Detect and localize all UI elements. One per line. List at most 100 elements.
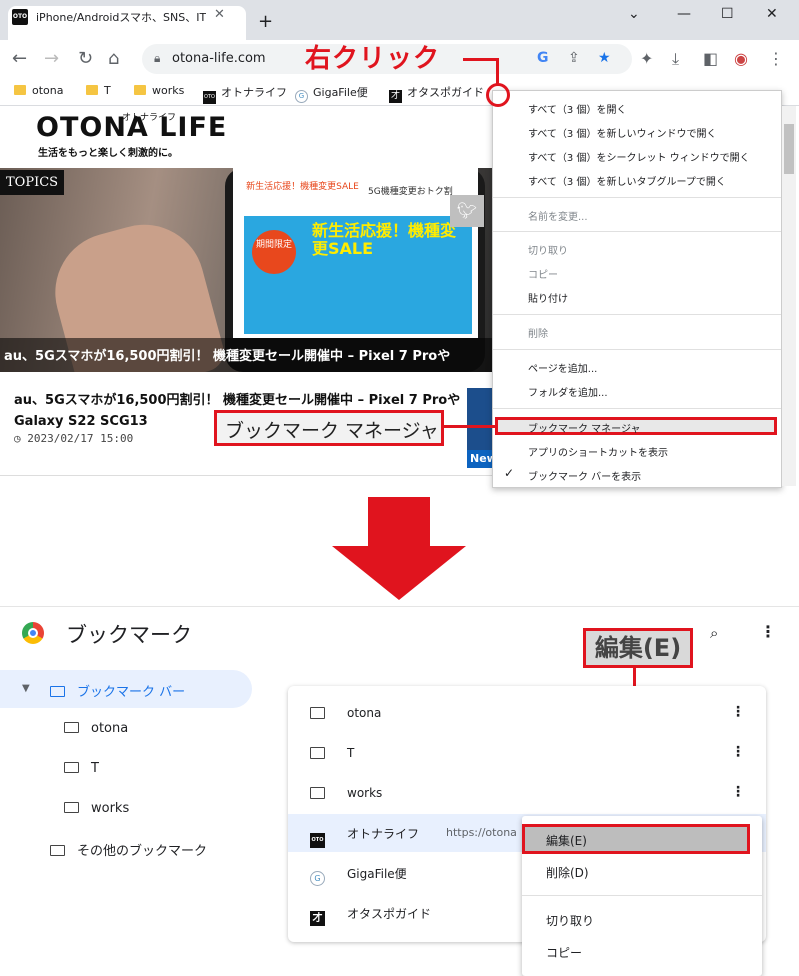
bookmark-manager-callout: ブックマーク マネージャ bbox=[214, 410, 444, 446]
ctx-add-page[interactable]: ページを追加... bbox=[528, 360, 597, 375]
list-item-works[interactable]: works bbox=[310, 786, 382, 800]
sidebar-label: ブックマーク バー bbox=[77, 685, 186, 700]
bookmark-folder-t[interactable]: T bbox=[86, 84, 111, 97]
bookmark-star-icon[interactable]: ★ bbox=[598, 50, 611, 66]
tab-close-icon[interactable]: ✕ bbox=[214, 7, 225, 22]
browser-menu-icon[interactable]: ⋮ bbox=[768, 49, 784, 68]
ctx-rename[interactable]: 名前を変更... bbox=[528, 208, 588, 223]
download-icon[interactable]: ⤓ bbox=[672, 49, 679, 69]
list-item-otaspo[interactable]: 才 オタスポガイド bbox=[310, 905, 431, 926]
menu-separator bbox=[522, 895, 762, 896]
side-panel-icon[interactable]: ◧ bbox=[703, 49, 718, 68]
folder-icon bbox=[310, 747, 325, 759]
ctx-open-all[interactable]: すべて（3 個）を開く bbox=[528, 101, 626, 116]
folder-icon bbox=[14, 85, 26, 95]
ctx-bookmark-manager[interactable]: ブックマーク マネージャ bbox=[528, 420, 640, 435]
limited-badge: 期間限定 bbox=[252, 230, 296, 274]
maximize-icon[interactable]: ☐ bbox=[721, 6, 734, 22]
row-menu-icon[interactable]: ⋮ bbox=[731, 744, 745, 760]
bookmark-folder-otona[interactable]: otona bbox=[14, 84, 64, 97]
sidebar-item-works[interactable]: works bbox=[64, 801, 129, 816]
ctx-copy[interactable]: コピー bbox=[528, 266, 558, 281]
lock-icon[interactable]: 🔒︎ bbox=[154, 51, 160, 66]
sidebar-item-bookmarks-bar[interactable]: ブックマーク バー bbox=[50, 681, 185, 700]
ctx-cut[interactable]: 切り取り bbox=[528, 242, 568, 257]
url-text[interactable]: otona-life.com bbox=[172, 51, 266, 66]
bookmark-label: works bbox=[152, 84, 185, 97]
folder-icon bbox=[50, 845, 65, 856]
minimize-icon[interactable]: — bbox=[677, 6, 691, 22]
ctx-open-all-tab-group[interactable]: すべて（3 個）を新しいタブグループで開く bbox=[528, 173, 726, 188]
home-icon[interactable]: ⌂ bbox=[108, 48, 119, 69]
twitter-icon[interactable]: 🐦︎ bbox=[450, 195, 484, 227]
bookmark-otaspo[interactable]: 才オタスポガイド bbox=[389, 84, 484, 103]
menu-cut[interactable]: 切り取り bbox=[546, 912, 594, 929]
search-icon[interactable]: ⌕ bbox=[710, 624, 718, 642]
ctx-separator bbox=[493, 314, 781, 315]
forward-icon[interactable]: → bbox=[44, 48, 59, 69]
edit-callout: 編集(E) bbox=[583, 628, 693, 668]
ctx-separator bbox=[493, 349, 781, 350]
menu-delete[interactable]: 削除(D) bbox=[546, 864, 589, 881]
logo-kana: オトナライフ bbox=[122, 113, 177, 123]
tab-title: iPhone/Androidスマホ、SNS、IT/パ bbox=[36, 11, 206, 24]
gigafile-favicon-icon: G bbox=[295, 90, 308, 103]
chrome-logo-center bbox=[28, 628, 38, 638]
list-item-label: GigaFile便 bbox=[347, 867, 407, 881]
topics-badge: TOPICS bbox=[0, 170, 65, 195]
tab-search-icon[interactable]: ⌄ bbox=[628, 6, 640, 22]
bookmark-label: otona bbox=[32, 84, 64, 97]
hero-caption[interactable]: au、5Gスマホが16,500円割引！ 機種変更セール開催中 – Pixel 7… bbox=[0, 338, 492, 372]
menu-copy[interactable]: コピー bbox=[546, 944, 582, 961]
ctx-add-folder[interactable]: フォルダを追加... bbox=[528, 384, 608, 399]
ctx-open-all-new-window[interactable]: すべて（3 個）を新しいウィンドウで開く bbox=[528, 125, 716, 140]
list-item-label: オタスポガイド bbox=[347, 907, 432, 921]
extensions-icon[interactable]: ✦ bbox=[640, 49, 653, 68]
sidebar-item-otona[interactable]: otona bbox=[64, 721, 128, 736]
bookmark-folder-works[interactable]: works bbox=[134, 84, 184, 97]
bookmark-otonalife[interactable]: OTO オトナライフ bbox=[203, 84, 287, 104]
profile-icon[interactable]: ◉ bbox=[734, 49, 748, 68]
folder-icon bbox=[50, 686, 65, 697]
folder-icon bbox=[310, 787, 325, 799]
bookmark-label: T bbox=[104, 84, 111, 97]
sidebar-label: otona bbox=[91, 721, 129, 736]
google-lens-icon[interactable]: G bbox=[537, 50, 549, 66]
ctx-show-app-shortcuts[interactable]: アプリのショートカットを表示 bbox=[528, 444, 668, 459]
tab-favicon-icon: OTO bbox=[12, 9, 28, 25]
ctx-open-all-incognito[interactable]: すべて（3 個）をシークレット ウィンドウで開く bbox=[528, 149, 750, 164]
more-options-icon[interactable]: ⋮ bbox=[760, 622, 776, 641]
list-item-label: works bbox=[347, 786, 383, 800]
list-item-otona[interactable]: otona bbox=[310, 706, 381, 720]
new-tab-icon[interactable]: + bbox=[258, 11, 273, 32]
sidebar-item-t[interactable]: T bbox=[64, 761, 99, 776]
ctx-show-bookmarks-bar[interactable]: ブックマーク バーを表示 bbox=[528, 468, 641, 483]
sidebar-item-other-bookmarks[interactable]: その他のブックマーク bbox=[50, 840, 207, 859]
ctx-separator bbox=[493, 408, 781, 409]
list-item-otonalife[interactable]: OTO オトナライフ bbox=[310, 825, 419, 848]
back-icon[interactable]: ← bbox=[12, 48, 27, 69]
ctx-separator bbox=[493, 197, 781, 198]
otona-favicon-icon: OTO bbox=[310, 833, 325, 848]
list-item-gigafile[interactable]: G GigaFile便 bbox=[310, 865, 407, 886]
scrollbar-thumb[interactable] bbox=[784, 124, 794, 174]
right-click-marker bbox=[486, 83, 510, 107]
ctx-paste[interactable]: 貼り付け bbox=[528, 290, 568, 305]
list-item-url: https://otona bbox=[446, 826, 517, 839]
menu-edit[interactable]: 編集(E) bbox=[546, 832, 587, 849]
expand-caret-icon[interactable]: ▼ bbox=[22, 683, 30, 694]
row-menu-icon[interactable]: ⋮ bbox=[731, 704, 745, 720]
row-menu-icon[interactable]: ⋮ bbox=[731, 784, 745, 800]
ctx-separator bbox=[493, 231, 781, 232]
share-icon[interactable]: ⇪ bbox=[568, 50, 580, 66]
list-item-label: T bbox=[347, 746, 355, 760]
ctx-delete[interactable]: 削除 bbox=[528, 325, 548, 340]
bookmark-gigafile[interactable]: G GigaFile便 bbox=[295, 84, 368, 103]
divider bbox=[0, 475, 492, 476]
annotation-line bbox=[463, 58, 497, 61]
gigafile-favicon-icon: G bbox=[310, 871, 325, 886]
sidebar-label: その他のブックマーク bbox=[77, 844, 208, 859]
close-window-icon[interactable]: ✕ bbox=[766, 6, 778, 22]
list-item-t[interactable]: T bbox=[310, 746, 354, 760]
reload-icon[interactable]: ↻ bbox=[78, 48, 93, 69]
